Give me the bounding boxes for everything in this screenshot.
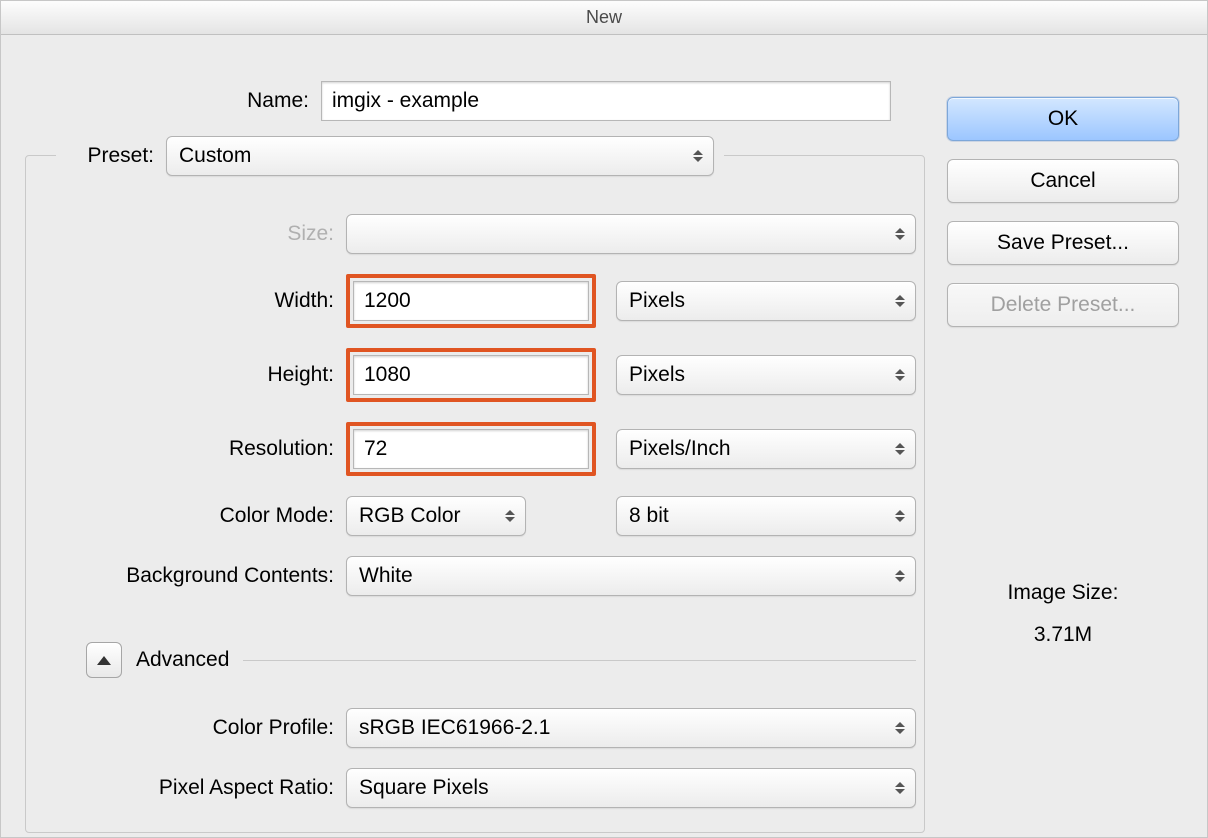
chevron-up-down-icon: [895, 782, 907, 794]
width-input[interactable]: [353, 281, 589, 321]
chevron-up-down-icon: [693, 150, 705, 162]
chevron-up-down-icon: [895, 295, 907, 307]
chevron-up-down-icon: [895, 510, 907, 522]
cancel-button[interactable]: Cancel: [947, 159, 1179, 203]
pixel-aspect-ratio-value: Square Pixels: [359, 776, 489, 800]
height-unit-popup[interactable]: Pixels: [616, 355, 916, 395]
resolution-highlight: [346, 422, 596, 476]
bit-depth-popup[interactable]: 8 bit: [616, 496, 916, 536]
settings-fieldset: Preset: Custom Size: Width:: [25, 155, 925, 833]
name-input[interactable]: [321, 81, 891, 121]
chevron-up-down-icon: [895, 570, 907, 582]
delete-preset-label: Delete Preset...: [991, 293, 1136, 317]
pixel-aspect-ratio-popup[interactable]: Square Pixels: [346, 768, 916, 808]
bg-contents-value: White: [359, 564, 413, 588]
resolution-unit-value: Pixels/Inch: [629, 437, 731, 461]
dialog-titlebar: New: [1, 1, 1207, 35]
delete-preset-button: Delete Preset...: [947, 283, 1179, 327]
width-label: Width:: [46, 289, 346, 313]
name-label: Name:: [25, 89, 321, 113]
preset-value: Custom: [179, 144, 251, 168]
dialog-title: New: [586, 7, 622, 28]
preset-label: Preset:: [66, 144, 166, 168]
color-mode-value: RGB Color: [359, 504, 461, 528]
chevron-up-down-icon: [895, 228, 907, 240]
advanced-label: Advanced: [136, 648, 229, 672]
ok-button-label: OK: [1048, 107, 1078, 131]
image-size-value: 3.71M: [947, 623, 1179, 647]
save-preset-label: Save Preset...: [997, 231, 1129, 255]
color-profile-value: sRGB IEC61966-2.1: [359, 716, 550, 740]
bit-depth-value: 8 bit: [629, 504, 669, 528]
color-mode-popup[interactable]: RGB Color: [346, 496, 526, 536]
size-label: Size:: [46, 222, 346, 246]
new-document-dialog: New OK Cancel Save Preset... Delete Pres…: [0, 0, 1208, 838]
color-profile-label: Color Profile:: [46, 716, 346, 740]
pixel-aspect-ratio-label: Pixel Aspect Ratio:: [46, 776, 346, 800]
advanced-disclosure-button[interactable]: [86, 642, 122, 678]
preset-popup[interactable]: Custom: [166, 136, 714, 176]
height-label: Height:: [46, 363, 346, 387]
resolution-label: Resolution:: [46, 437, 346, 461]
color-mode-label: Color Mode:: [46, 504, 346, 528]
chevron-up-down-icon: [895, 722, 907, 734]
height-unit-value: Pixels: [629, 363, 685, 387]
color-profile-popup[interactable]: sRGB IEC61966-2.1: [346, 708, 916, 748]
resolution-unit-popup[interactable]: Pixels/Inch: [616, 429, 916, 469]
width-highlight: [346, 274, 596, 328]
bg-contents-label: Background Contents:: [46, 564, 346, 588]
height-input[interactable]: [353, 355, 589, 395]
chevron-up-down-icon: [505, 510, 517, 522]
save-preset-button[interactable]: Save Preset...: [947, 221, 1179, 265]
image-size-readout: Image Size: 3.71M: [947, 581, 1179, 647]
resolution-input[interactable]: [353, 429, 589, 469]
chevron-up-down-icon: [895, 443, 907, 455]
ok-button[interactable]: OK: [947, 97, 1179, 141]
height-highlight: [346, 348, 596, 402]
triangle-up-icon: [97, 656, 111, 665]
cancel-button-label: Cancel: [1030, 169, 1095, 193]
divider: [243, 660, 916, 661]
size-popup: [346, 214, 916, 254]
bg-contents-popup[interactable]: White: [346, 556, 916, 596]
chevron-up-down-icon: [895, 369, 907, 381]
width-unit-value: Pixels: [629, 289, 685, 313]
width-unit-popup[interactable]: Pixels: [616, 281, 916, 321]
image-size-label: Image Size:: [947, 581, 1179, 605]
